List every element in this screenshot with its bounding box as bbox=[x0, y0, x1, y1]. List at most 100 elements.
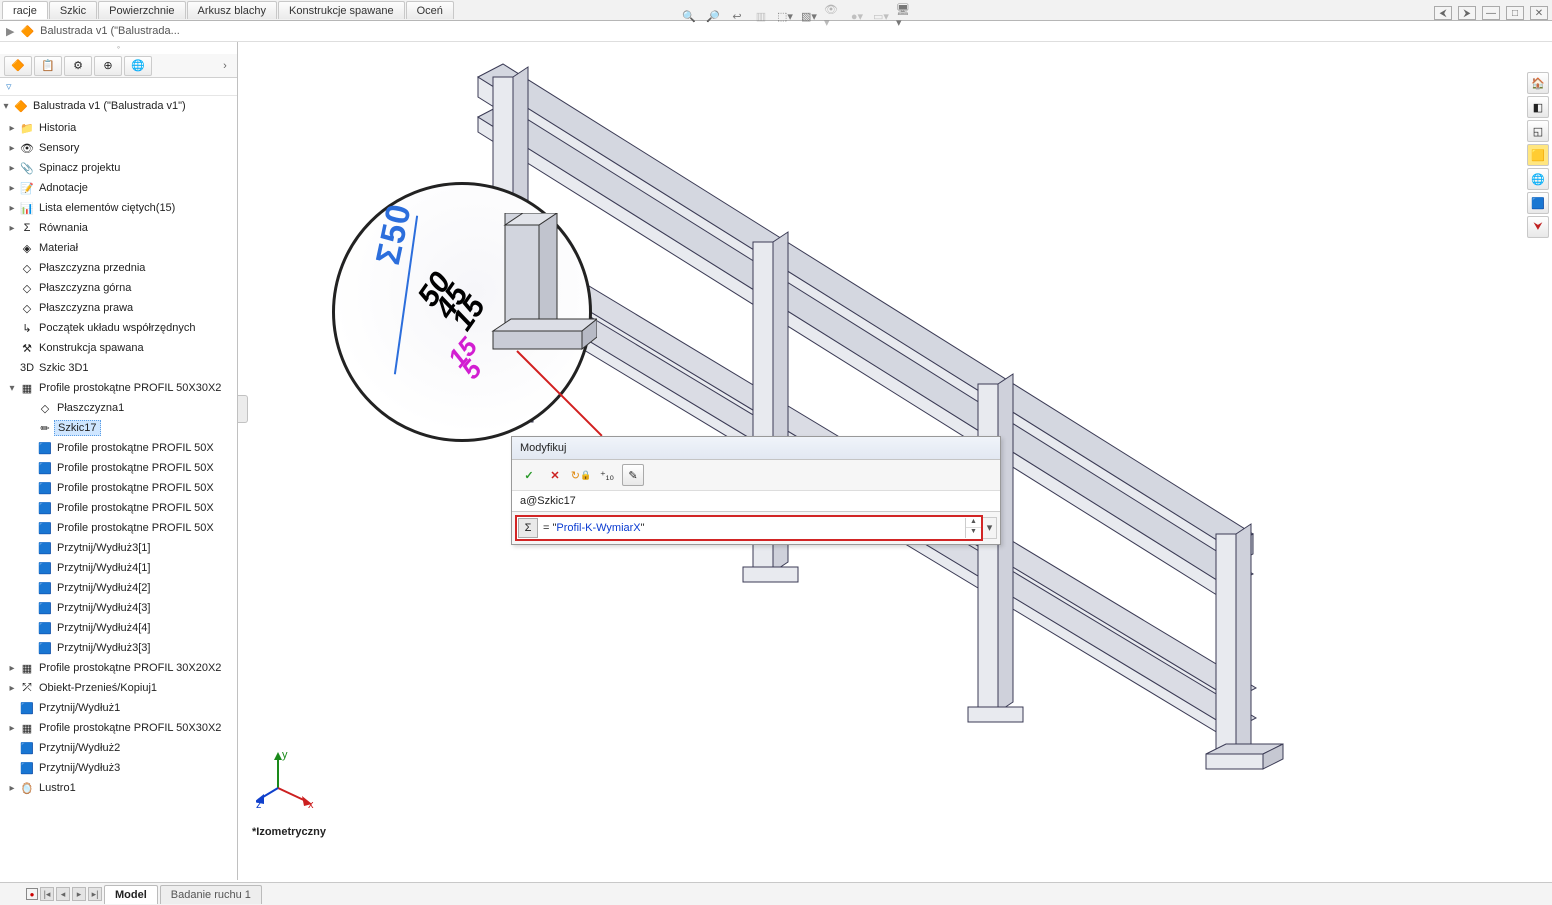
taskpane-view-palette-icon[interactable]: 🟨 bbox=[1527, 144, 1549, 166]
previous-view-icon[interactable]: ↩ bbox=[728, 7, 746, 25]
stacked-dimensions-black: 504515 bbox=[416, 270, 487, 333]
taskpane-appearances-icon[interactable]: 🌐 bbox=[1527, 168, 1549, 190]
tree-node[interactable]: ▸👁Sensory bbox=[2, 138, 237, 158]
rebuild-button[interactable]: ↻🔒 bbox=[570, 464, 592, 486]
tab-evaluate[interactable]: Oceń bbox=[406, 1, 454, 19]
tab-weldments[interactable]: Konstrukcje spawane bbox=[278, 1, 405, 19]
tree-node[interactable]: ◇Płaszczyzna przednia bbox=[2, 258, 237, 278]
tree-node[interactable]: ▸▦Profile prostokątne PROFIL 30X20X2 bbox=[2, 658, 237, 678]
ok-button[interactable]: ✓ bbox=[518, 464, 540, 486]
tree-node[interactable]: 🟦Przytnij/Wydłuż4[1] bbox=[2, 558, 237, 578]
tree-node[interactable]: 🟦Przytnij/Wydłuż4[2] bbox=[2, 578, 237, 598]
motion-first-icon[interactable]: |◂ bbox=[40, 887, 54, 901]
tree-node[interactable]: ✏Szkic17 bbox=[2, 418, 237, 438]
tab-surfaces[interactable]: Powierzchnie bbox=[98, 1, 185, 19]
tree-node[interactable]: ▸🪞Lustro1 bbox=[2, 778, 237, 798]
view-orientation-icon[interactable]: ⬚▾ bbox=[776, 7, 794, 25]
tree-node[interactable]: ▸▦Profile prostokątne PROFIL 50X30X2 bbox=[2, 718, 237, 738]
cancel-button[interactable]: ✕ bbox=[544, 464, 566, 486]
view-settings-icon[interactable]: 🖥▾ bbox=[896, 7, 914, 25]
appearance-icon[interactable]: ●▾ bbox=[848, 7, 866, 25]
node-icon: 🟦 bbox=[36, 482, 54, 495]
section-view-icon[interactable]: ▥ bbox=[752, 7, 770, 25]
taskpane-library-icon[interactable]: ◱ bbox=[1527, 120, 1549, 142]
graphics-viewport[interactable]: Σ50 504515 155 Modyfikuj ✓ ✕ ↻🔒 ⁺₁₀ ✎ a@… bbox=[238, 42, 1524, 880]
fm-tab-tree[interactable]: 🔶 bbox=[4, 56, 32, 76]
tree-node[interactable]: 🟦Profile prostokątne PROFIL 50X bbox=[2, 518, 237, 538]
tree-node[interactable]: ▸📊Lista elementów ciętych(15) bbox=[2, 198, 237, 218]
orientation-triad[interactable]: y x z bbox=[256, 750, 316, 810]
dimension-value-input[interactable]: = "Profil-K-WymiarX" bbox=[539, 519, 965, 537]
tree-node[interactable]: 🟦Przytnij/Wydłuż3[3] bbox=[2, 638, 237, 658]
scene-icon[interactable]: ▭▾ bbox=[872, 7, 890, 25]
taskpane-collapse-icon[interactable]: ⮟ bbox=[1527, 216, 1549, 238]
fm-tab-config[interactable]: ⚙ bbox=[64, 56, 92, 76]
tree-node[interactable]: 🟦Przytnij/Wydłuż1 bbox=[2, 698, 237, 718]
node-icon: ▦ bbox=[18, 662, 36, 675]
taskpane-home-icon[interactable]: 🏠 bbox=[1527, 72, 1549, 94]
feature-tree[interactable]: ▸📁Historia▸👁Sensory▸📎Spinacz projektu▸📝A… bbox=[0, 116, 237, 880]
tree-node[interactable]: 🟦Przytnij/Wydłuż4[4] bbox=[2, 618, 237, 638]
hide-show-icon[interactable]: 👁▾ bbox=[824, 7, 842, 25]
tree-node[interactable]: ⚒Konstrukcja spawana bbox=[2, 338, 237, 358]
global-variable-icon[interactable]: Σ bbox=[518, 518, 538, 538]
tab-model[interactable]: Model bbox=[104, 885, 158, 904]
tree-node[interactable]: 3DSzkic 3D1 bbox=[2, 358, 237, 378]
tree-node[interactable]: 🟦Profile prostokątne PROFIL 50X bbox=[2, 478, 237, 498]
dimension-name[interactable]: a@Szkic17 bbox=[512, 491, 1000, 512]
fm-tab-property[interactable]: 📋 bbox=[34, 56, 62, 76]
reverse-button[interactable]: ⁺₁₀ bbox=[596, 464, 618, 486]
tree-node[interactable]: ◇Płaszczyzna1 bbox=[2, 398, 237, 418]
tree-node[interactable]: 🟦Przytnij/Wydłuż4[3] bbox=[2, 598, 237, 618]
display-style-icon[interactable]: ▧▾ bbox=[800, 7, 818, 25]
tree-node[interactable]: ▸ΣRównania bbox=[2, 218, 237, 238]
win-next-icon[interactable]: ⮞ bbox=[1458, 6, 1476, 20]
tree-node[interactable]: ◈Materiał bbox=[2, 238, 237, 258]
motion-next-icon[interactable]: ▸ bbox=[72, 887, 86, 901]
node-icon: 🟦 bbox=[36, 622, 54, 635]
tree-node[interactable]: 🟦Profile prostokątne PROFIL 50X bbox=[2, 438, 237, 458]
tab-operations[interactable]: racje bbox=[2, 1, 48, 19]
units-dropdown[interactable]: ▾ bbox=[983, 517, 997, 539]
mark-button[interactable]: ✎ bbox=[622, 464, 644, 486]
fm-tab-overflow[interactable]: › bbox=[217, 60, 233, 72]
value-spinner[interactable]: ▲▼ bbox=[965, 518, 981, 538]
motion-prev-icon[interactable]: ◂ bbox=[56, 887, 70, 901]
dialog-title[interactable]: Modyfikuj bbox=[512, 437, 1000, 460]
fm-tab-display[interactable]: 🌐 bbox=[124, 56, 152, 76]
motion-last-icon[interactable]: ▸| bbox=[88, 887, 102, 901]
tree-node[interactable]: 🟦Profile prostokątne PROFIL 50X bbox=[2, 458, 237, 478]
close-icon[interactable]: ✕ bbox=[1530, 6, 1548, 20]
fm-tab-dim[interactable]: ⊕ bbox=[94, 56, 122, 76]
maximize-icon[interactable]: □ bbox=[1506, 6, 1524, 20]
tab-sheetmetal[interactable]: Arkusz blachy bbox=[187, 1, 277, 19]
tab-sketch[interactable]: Szkic bbox=[49, 1, 97, 19]
tree-node[interactable]: 🟦Przytnij/Wydłuż3[1] bbox=[2, 538, 237, 558]
tree-root[interactable]: ▾🔶Balustrada v1 ("Balustrada v1") bbox=[0, 96, 237, 116]
tree-node[interactable]: ↳Początek układu współrzędnych bbox=[2, 318, 237, 338]
tree-node[interactable]: 🟦Przytnij/Wydłuż2 bbox=[2, 738, 237, 758]
tree-node[interactable]: ▸⤱Obiekt-Przenieś/Kopiuj1 bbox=[2, 678, 237, 698]
minimize-icon[interactable]: — bbox=[1482, 6, 1500, 20]
filter-row[interactable]: ▿ bbox=[0, 78, 237, 96]
tree-node[interactable]: ◇Płaszczyzna górna bbox=[2, 278, 237, 298]
tree-node[interactable]: ▸📁Historia bbox=[2, 118, 237, 138]
tab-motion-study[interactable]: Badanie ruchu 1 bbox=[160, 885, 262, 904]
tree-node[interactable]: ◇Płaszczyzna prawa bbox=[2, 298, 237, 318]
tree-node[interactable]: ▾▦Profile prostokątne PROFIL 50X30X2 bbox=[2, 378, 237, 398]
tree-node[interactable]: 🟦Przytnij/Wydłuż3 bbox=[2, 758, 237, 778]
zoom-area-icon[interactable]: 🔎 bbox=[704, 7, 722, 25]
detail-magnifier: Σ50 504515 155 bbox=[332, 182, 592, 442]
tree-node[interactable]: ▸📝Adnotacje bbox=[2, 178, 237, 198]
panel-grip[interactable]: ◦ bbox=[0, 42, 237, 54]
taskpane-properties-icon[interactable]: 🟦 bbox=[1527, 192, 1549, 214]
tree-node[interactable]: ▸📎Spinacz projektu bbox=[2, 158, 237, 178]
zoom-fit-icon[interactable]: 🔍 bbox=[680, 7, 698, 25]
tree-node[interactable]: 🟦Profile prostokątne PROFIL 50X bbox=[2, 498, 237, 518]
win-prev-icon[interactable]: ⮜ bbox=[1434, 6, 1452, 20]
panel-splitter-handle[interactable] bbox=[238, 395, 248, 423]
taskpane-resources-icon[interactable]: ◧ bbox=[1527, 96, 1549, 118]
node-icon: ↳ bbox=[18, 322, 36, 335]
record-icon[interactable]: ● bbox=[26, 888, 38, 900]
breadcrumb-root[interactable]: Balustrada v1 ("Balustrada... bbox=[40, 25, 180, 37]
